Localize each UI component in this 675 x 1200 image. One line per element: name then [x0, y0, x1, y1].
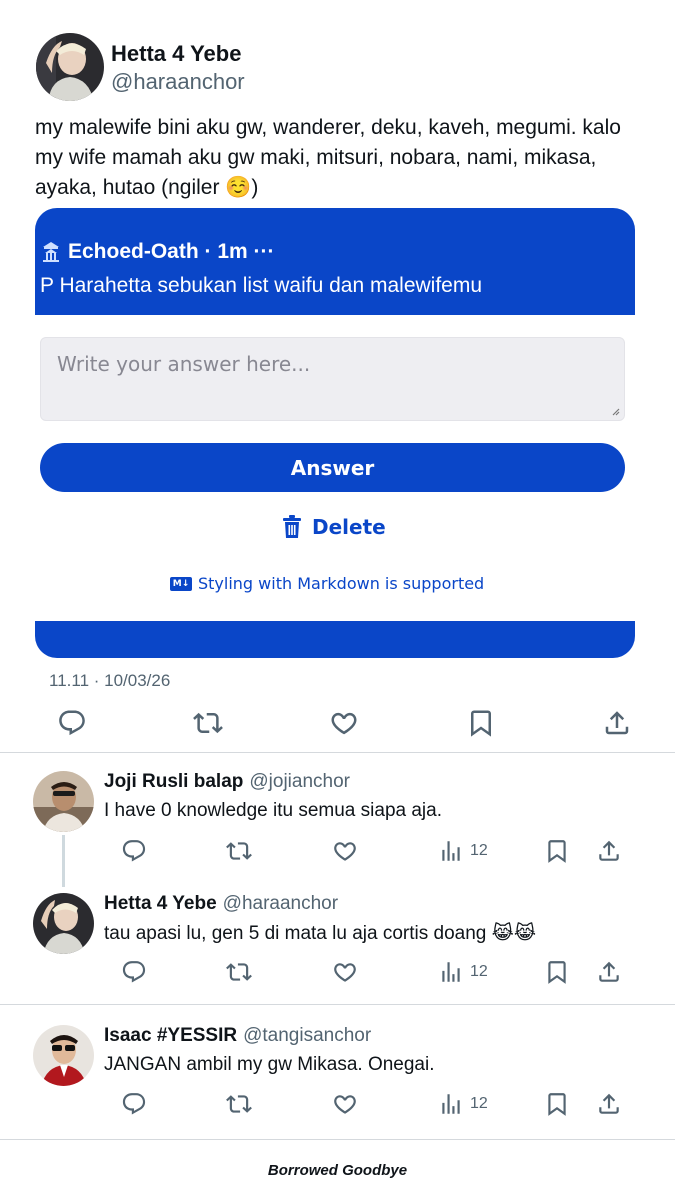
reply-author[interactable]: Isaac #YESSIR @tangisanchor: [104, 1025, 371, 1047]
divider: [0, 1139, 675, 1140]
answer-placeholder: Write your answer here...: [57, 352, 311, 376]
tweet-text: my malewife bini aku gw, wanderer, deku,…: [35, 116, 621, 199]
question-text: P Harahetta sebukan list waifu dan malew…: [40, 274, 483, 297]
retweet-icon[interactable]: [226, 838, 252, 864]
delete-button[interactable]: Delete: [282, 515, 386, 539]
markdown-note: M↓ Styling with Markdown is supported: [170, 574, 484, 593]
reply-author[interactable]: Hetta 4 Yebe @haraanchor: [104, 893, 338, 915]
tweet-timestamp[interactable]: 11.11 · 10/03/26: [49, 671, 170, 691]
reply-icon[interactable]: [121, 959, 147, 985]
like-icon[interactable]: [332, 838, 358, 864]
answer-input[interactable]: Write your answer here...: [40, 337, 625, 421]
share-icon[interactable]: [596, 838, 622, 864]
author-name[interactable]: Hetta 4 Yebe: [111, 41, 241, 67]
reply-text: I have 0 knowledge itu semua siapa aja.: [104, 800, 442, 821]
reply-icon[interactable]: [121, 1091, 147, 1117]
views-count[interactable]: 12: [438, 838, 488, 864]
retweet-icon[interactable]: [226, 959, 252, 985]
reply-author-name: Hetta 4 Yebe: [104, 893, 217, 914]
retweet-icon[interactable]: [226, 1091, 252, 1117]
bookmark-icon[interactable]: [544, 1091, 570, 1117]
reply-author-handle: @tangisanchor: [243, 1025, 372, 1046]
views-icon: [438, 1091, 464, 1117]
thread-line: [62, 835, 65, 887]
views-icon: [438, 838, 464, 864]
temple-icon: [40, 241, 62, 263]
like-icon[interactable]: [329, 708, 359, 738]
resize-grip-icon[interactable]: [610, 406, 620, 416]
reply-author[interactable]: Joji Rusli balap @jojianchor: [104, 771, 350, 793]
author-avatar[interactable]: [36, 33, 104, 101]
views-number: 12: [470, 963, 488, 980]
footer-caption: Borrowed Goodbye: [267, 1162, 408, 1179]
reply-text: JANGAN ambil my gw Mikasa. Onegai.: [104, 1054, 435, 1075]
trash-icon: [282, 515, 302, 539]
share-icon[interactable]: [602, 708, 632, 738]
delete-label: Delete: [312, 515, 386, 539]
divider: [0, 1004, 675, 1005]
question-sender: Echoed-Oath · 1m ···: [40, 240, 275, 264]
retweet-icon[interactable]: [193, 708, 223, 738]
like-icon[interactable]: [332, 1091, 358, 1117]
reply-avatar[interactable]: [33, 771, 94, 832]
reply-icon[interactable]: [121, 838, 147, 864]
reply-avatar[interactable]: [33, 893, 94, 954]
answer-button[interactable]: Answer: [40, 443, 625, 492]
views-number: 12: [470, 842, 488, 859]
reply-author-handle: @jojianchor: [249, 771, 350, 792]
reply-text: tau apasi lu, gen 5 di mata lu aja corti…: [104, 923, 537, 944]
views-icon: [438, 959, 464, 985]
author-handle[interactable]: @haraanchor: [111, 69, 245, 95]
share-icon[interactable]: [596, 1091, 622, 1117]
share-icon[interactable]: [596, 959, 622, 985]
bookmark-icon[interactable]: [544, 959, 570, 985]
like-icon[interactable]: [332, 959, 358, 985]
markdown-note-text: Styling with Markdown is supported: [198, 574, 485, 593]
views-number: 12: [470, 1095, 488, 1112]
question-card-footer: [35, 621, 635, 658]
reply-avatar[interactable]: [33, 1025, 94, 1086]
sender-meta-text: Echoed-Oath · 1m ···: [68, 240, 275, 263]
reply-author-name: Isaac #YESSIR: [104, 1025, 238, 1046]
views-count[interactable]: 12: [438, 959, 488, 985]
reply-author-handle: @haraanchor: [222, 893, 339, 914]
bookmark-icon[interactable]: [544, 838, 570, 864]
markdown-icon: M↓: [170, 576, 192, 591]
divider: [0, 752, 675, 753]
reply-icon[interactable]: [57, 708, 87, 738]
reply-author-name: Joji Rusli balap: [104, 771, 244, 792]
views-count[interactable]: 12: [438, 1091, 488, 1117]
bookmark-icon[interactable]: [466, 708, 496, 738]
